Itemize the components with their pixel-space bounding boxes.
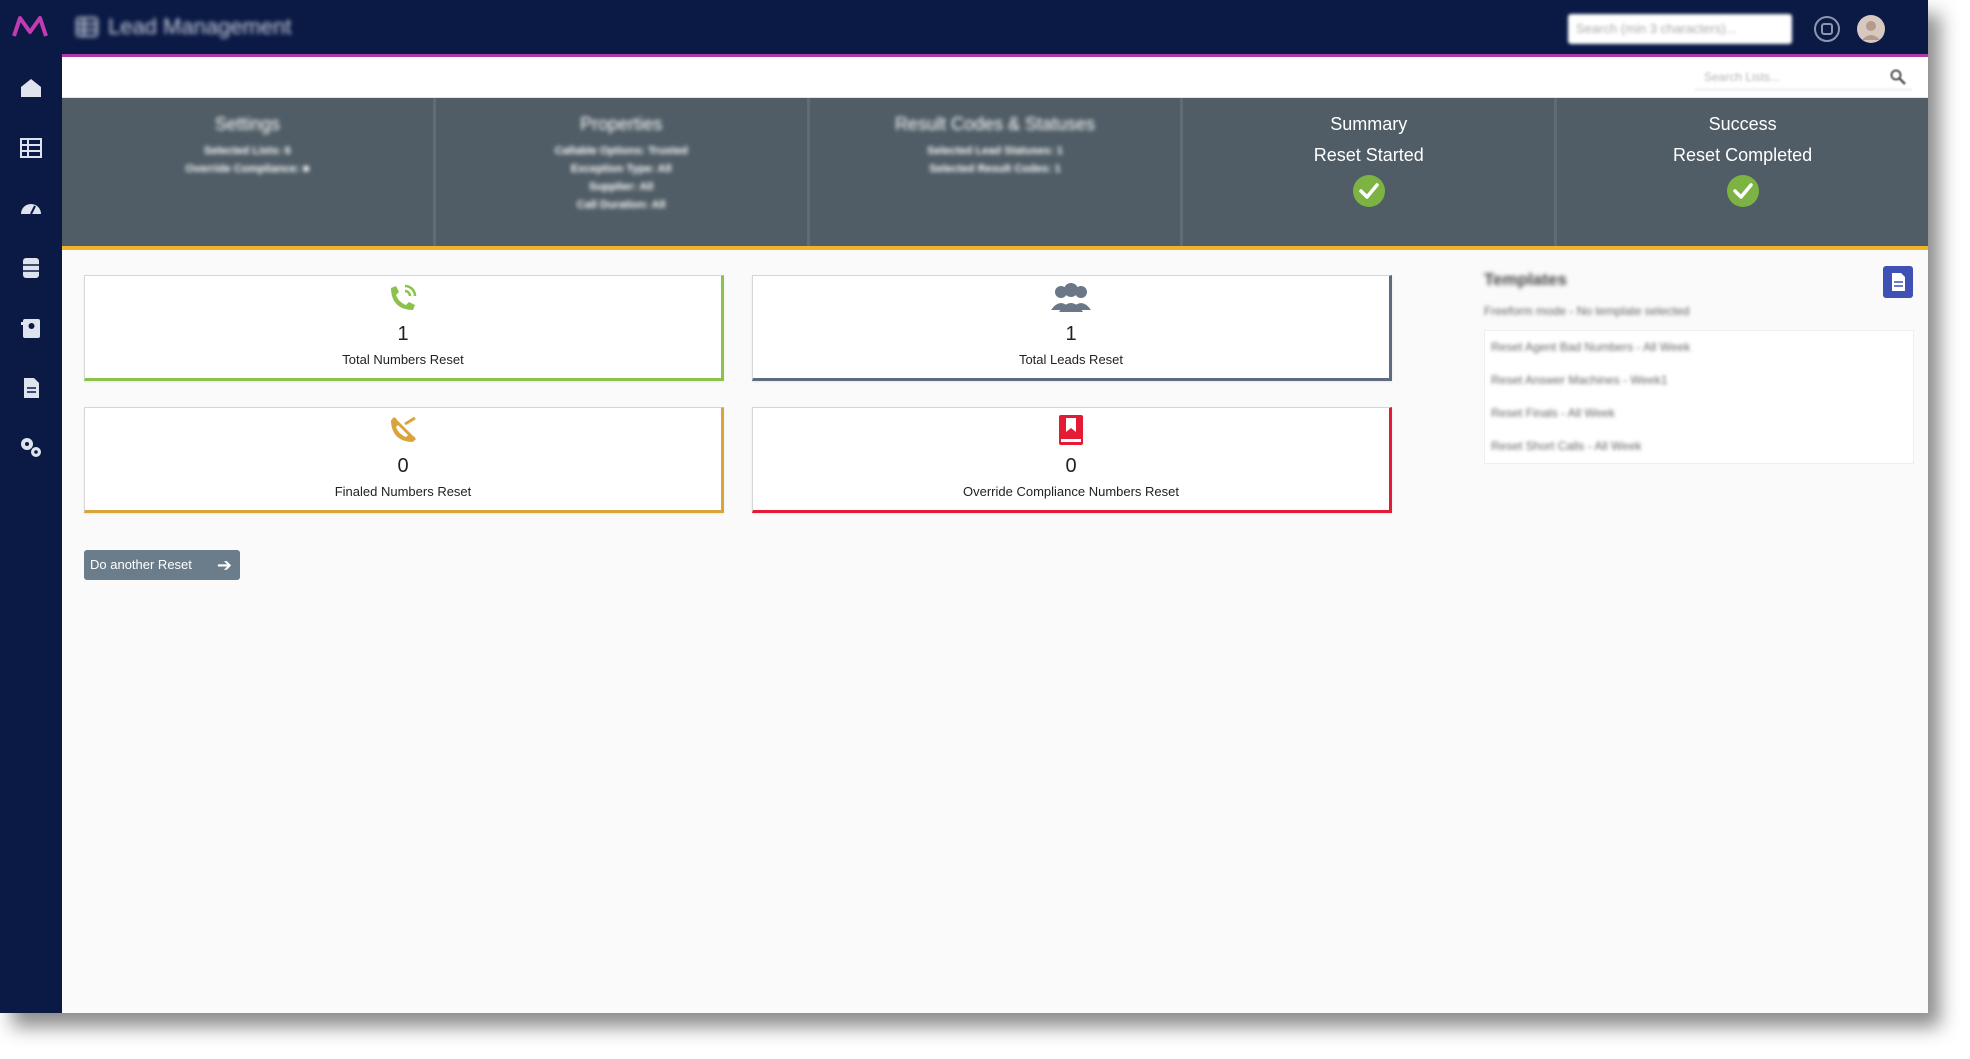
templates-mode: Freeform mode - No template selected [1484,304,1690,318]
step-title: Result Codes & Statuses [894,114,1096,134]
step-detail: Selected Lead Statuses: 1 [927,145,1063,157]
step-title: Summary [1330,114,1408,134]
step-status: Reset Completed [1673,145,1813,165]
template-document-icon[interactable] [1883,266,1913,298]
bookmark-book-icon [1059,415,1083,445]
list-search-input[interactable]: Search Lists... [1694,64,1912,90]
card-value: 1 [397,323,409,345]
sidebar [0,56,62,1013]
step-result-codes[interactable]: Result Codes & Statuses Selected Lead St… [810,98,1184,246]
app-window: Lead Management Search (min 3 characters… [0,0,1928,1013]
app-title: Lead Management [76,14,291,40]
step-detail: Override Compliance: ■ [185,163,310,175]
check-circle-icon [1352,175,1385,207]
app-title-text: Lead Management [108,14,292,39]
dashboard-icon[interactable] [19,196,43,220]
document-icon[interactable] [19,376,43,400]
override-compliance-reset-card: 0 Override Compliance Numbers Reset [752,407,1392,513]
step-summary[interactable]: Summary Reset Started [1183,98,1558,246]
settings-icon[interactable] [19,436,43,460]
template-item[interactable]: Reset Agent Bad Numbers - All Week [1485,331,1913,364]
step-properties[interactable]: Properties Callable Options: Trusted Exc… [436,98,810,246]
total-leads-reset-card: 1 Total Leads Reset [752,275,1392,381]
contacts-icon[interactable] [19,316,43,340]
templates-title: Templates [1484,270,1567,289]
step-detail: Callable Options: Trusted [554,145,688,157]
step-status: Reset Started [1313,145,1424,165]
progress-bar [62,246,1928,250]
phone-off-icon [391,416,417,442]
step-title: Properties [580,114,663,134]
card-label: Total Numbers Reset [342,352,464,367]
step-detail: Selected Lists: 6 [203,145,291,157]
step-settings[interactable]: Settings Selected Lists: 6 Override Comp… [62,98,436,246]
top-bar: Lead Management Search (min 3 characters… [0,0,1928,57]
step-detail: Call Duration: All [576,199,666,211]
list-search-placeholder: Search Lists... [1704,70,1781,84]
user-avatar-icon[interactable] [1856,14,1886,44]
template-item[interactable]: Reset Short Calls - All Week [1485,430,1913,463]
check-circle-icon [1726,175,1759,207]
card-label: Total Leads Reset [1018,352,1124,367]
templates-panel: Templates Freeform mode - No template se… [1484,270,1914,464]
step-success[interactable]: Success Reset Completed [1557,98,1928,246]
card-value: 0 [1065,455,1077,477]
database-icon[interactable] [19,256,43,280]
home-icon[interactable] [19,76,43,100]
template-item[interactable]: Reset Answer Machines - Week1 [1485,364,1913,397]
menu-grid-icon[interactable] [76,17,98,37]
card-label: Finaled Numbers Reset [334,484,472,499]
users-icon [1051,283,1091,312]
step-title: Settings [214,114,280,134]
total-numbers-reset-card: 1 Total Numbers Reset [84,275,724,381]
template-item[interactable]: Reset Finals - All Week [1485,397,1913,430]
wizard-steps: Settings Selected Lists: 6 Override Comp… [62,98,1928,246]
global-search-placeholder: Search (min 3 characters)... [1576,21,1737,36]
step-detail: Supplier: All [589,181,654,193]
reset-button-label: Do another Reset [90,557,192,572]
search-icon[interactable] [1890,69,1906,85]
global-search-input[interactable]: Search (min 3 characters)... [1568,14,1792,44]
grid-icon[interactable] [19,136,43,160]
finaled-numbers-reset-card: 0 Finaled Numbers Reset [84,407,724,513]
step-detail: Selected Result Codes: 1 [929,163,1061,175]
step-title: Success [1708,114,1777,134]
arrow-right-icon: ➔ [216,555,232,575]
help-icon[interactable] [1812,14,1842,44]
step-detail: Exception Type: All [570,163,672,175]
card-value: 0 [397,455,409,477]
phone-ringing-icon [391,284,417,310]
sub-header-bar: Search Lists... [62,57,1928,98]
templates-list: Reset Agent Bad Numbers - All Week Reset… [1484,330,1914,464]
do-another-reset-button[interactable]: Do another Reset ➔ [84,550,240,580]
card-label: Override Compliance Numbers Reset [962,484,1180,499]
brand-logo-icon[interactable] [10,12,50,42]
card-value: 1 [1065,323,1077,345]
